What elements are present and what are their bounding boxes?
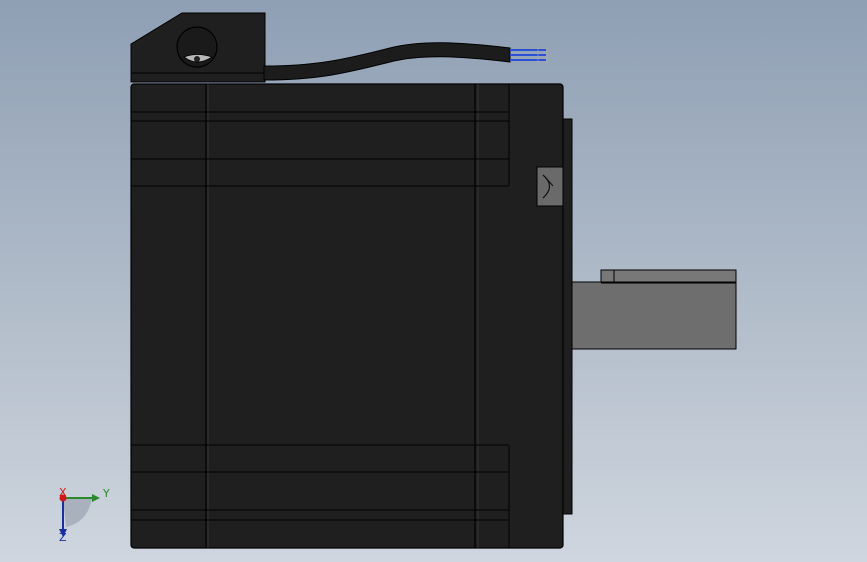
shaft [571,269,737,350]
front-flange [562,118,573,515]
cable-wires [510,47,548,63]
coordinate-triad: X Y Z [59,486,110,544]
motor-body [130,83,564,549]
side-clip [536,166,564,207]
triad-z-label: Z [59,531,67,544]
cad-viewport[interactable]: X Y Z [0,0,867,562]
triad-x-label: X [59,486,67,499]
triad-y-label: Y [102,487,110,500]
cable [263,42,511,81]
connector-housing [130,12,266,83]
